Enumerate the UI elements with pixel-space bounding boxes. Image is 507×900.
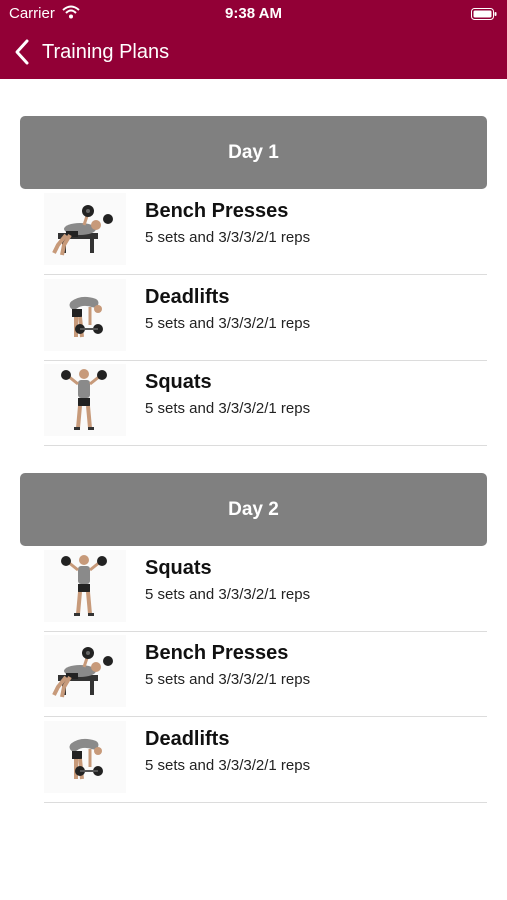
- exercise-name: Bench Presses: [145, 200, 289, 222]
- deadlift-image: [44, 279, 126, 351]
- row-divider: [44, 445, 487, 446]
- deadlift-image: [44, 721, 126, 793]
- day-1-header: Day 1: [20, 116, 487, 189]
- exercise-row[interactable]: Deadlifts 5 sets and 3/3/3/2/1 reps: [44, 275, 487, 361]
- day-label: Day 2: [228, 498, 279, 520]
- back-button-title[interactable]: Training Plans: [42, 41, 169, 64]
- bench-press-image: [44, 193, 126, 265]
- bench-press-image: [44, 635, 126, 707]
- navigation-header: Carrier 9:38 AM Training Plans: [0, 0, 507, 79]
- exercise-detail: 5 sets and 3/3/3/2/1 reps: [145, 400, 311, 417]
- squat-image: [44, 364, 126, 436]
- day-label: Day 1: [228, 141, 279, 163]
- exercise-name: Deadlifts: [145, 286, 230, 308]
- exercise-row[interactable]: Bench Presses 5 sets and 3/3/3/2/1 reps: [44, 189, 487, 275]
- squat-image: [44, 550, 126, 622]
- row-divider: [44, 802, 487, 803]
- exercise-detail: 5 sets and 3/3/3/2/1 reps: [145, 315, 311, 332]
- day-2-header: Day 2: [20, 473, 487, 546]
- exercise-name: Squats: [145, 371, 212, 393]
- exercise-name: Deadlifts: [145, 728, 230, 750]
- exercise-row[interactable]: Bench Presses 5 sets and 3/3/3/2/1 reps: [44, 631, 487, 717]
- exercise-detail: 5 sets and 3/3/3/2/1 reps: [145, 757, 311, 774]
- exercise-detail: 5 sets and 3/3/3/2/1 reps: [145, 586, 311, 603]
- exercise-row[interactable]: Deadlifts 5 sets and 3/3/3/2/1 reps: [44, 717, 487, 803]
- exercise-row[interactable]: Squats 5 sets and 3/3/3/2/1 reps: [44, 546, 487, 632]
- exercise-name: Bench Presses: [145, 642, 289, 664]
- exercise-detail: 5 sets and 3/3/3/2/1 reps: [145, 671, 311, 688]
- battery-icon: [471, 7, 497, 20]
- training-plan-list: Day 1 Bench Presses 5 sets and 3/3/3/2/1…: [0, 79, 507, 900]
- status-bar: Carrier 9:38 AM: [0, 0, 507, 28]
- exercise-row[interactable]: Squats 5 sets and 3/3/3/2/1 reps: [44, 360, 487, 446]
- status-time: 9:38 AM: [225, 5, 282, 22]
- exercise-name: Squats: [145, 557, 212, 579]
- exercise-detail: 5 sets and 3/3/3/2/1 reps: [145, 229, 311, 246]
- chevron-left-icon[interactable]: [14, 38, 30, 66]
- nav-bar: Training Plans: [0, 36, 507, 70]
